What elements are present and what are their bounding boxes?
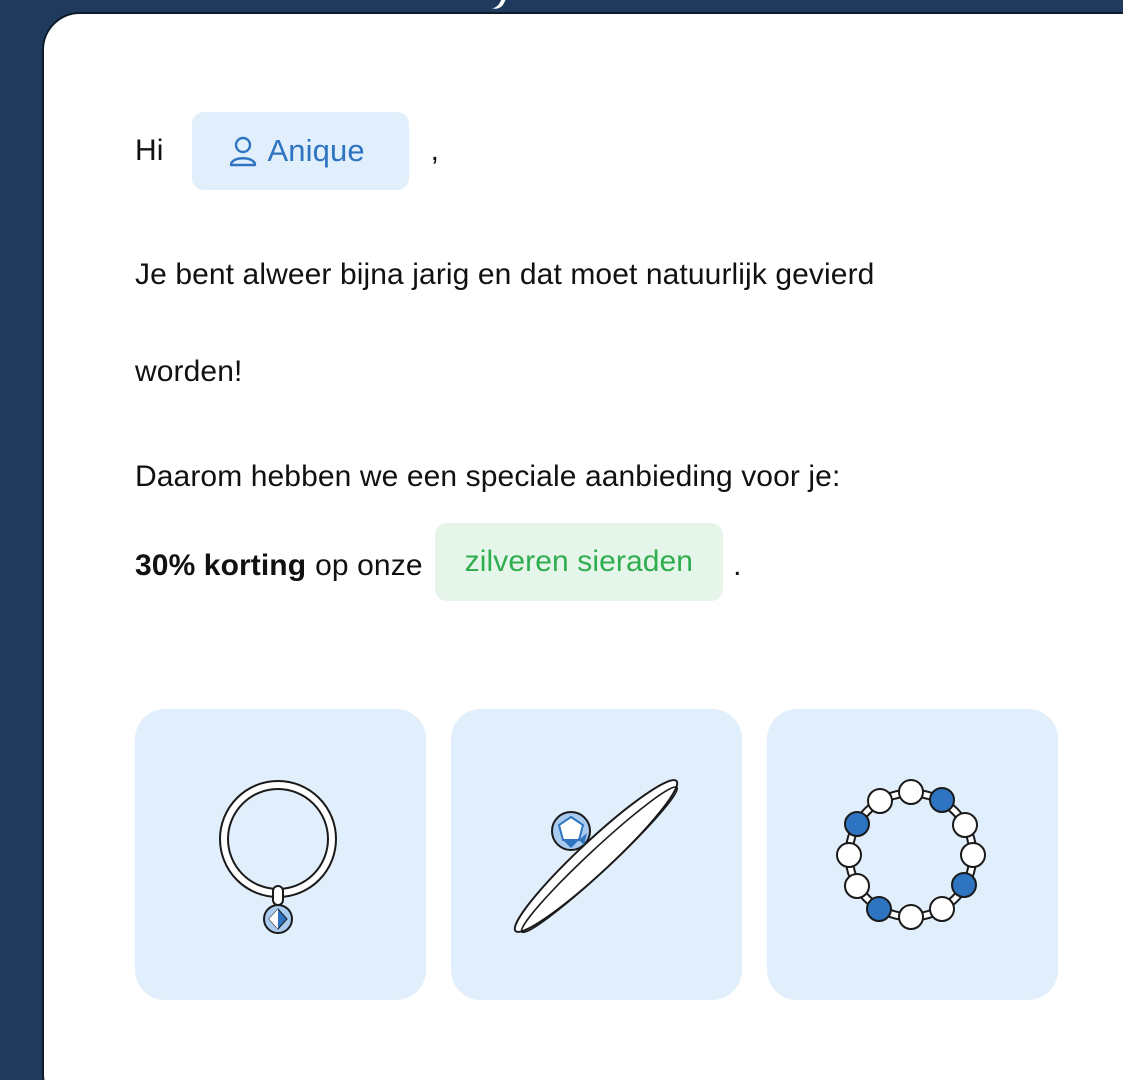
user-icon (229, 136, 256, 167)
recipient-name: Anique (267, 133, 365, 168)
recipient-name-chip[interactable]: Anique (191, 112, 409, 190)
greeting-text: Hi (135, 134, 164, 167)
silver-jewelry-link[interactable]: zilveren sieraden (434, 523, 724, 601)
product-tile-gem-bangle[interactable] (451, 709, 742, 1000)
decorative-mark (480, 0, 506, 12)
greeting-comma: , (430, 134, 440, 167)
body-line-1: Je bent alweer bijna jarig en dat moet n… (135, 258, 875, 291)
bead-bracelet-icon (836, 779, 986, 930)
body-line-2: worden! (135, 355, 243, 388)
greeting-row: Hi Anique , (135, 112, 439, 190)
offer-row: 30% korting op onze zilveren sieraden . (135, 523, 742, 605)
body-line-3: Daarom hebben we een speciale aanbieding… (135, 460, 841, 493)
discount-text: 30% korting (135, 549, 307, 582)
pendant-ring-icon (219, 780, 337, 934)
offer-text: op onze (315, 549, 423, 582)
product-tile-pendant-ring[interactable] (135, 709, 426, 1000)
gem-bangle-icon (513, 779, 679, 934)
email-canvas: Hi Anique , Je bent alweer bijna jarig e… (0, 0, 1123, 1080)
product-tile-bead-bracelet[interactable] (767, 709, 1058, 1000)
offer-period: . (733, 549, 742, 582)
